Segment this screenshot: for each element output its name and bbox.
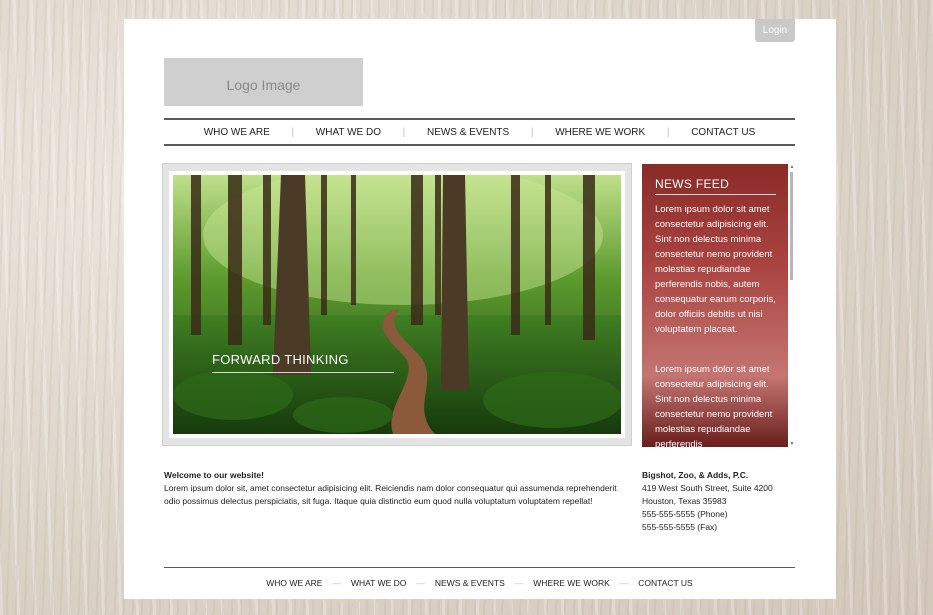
nav-item-who-we-are[interactable]: WHO WE ARE (204, 127, 270, 138)
phone-number: 555-555-5555 (Phone) (642, 509, 728, 519)
footer-item-contact-us[interactable]: CONTACT US (638, 578, 692, 588)
hero-slider: FORWARD THINKING (162, 163, 632, 446)
city-state-zip: Houston, Texas 35983 (642, 496, 727, 506)
scroll-down-arrow-icon[interactable]: ▼ (789, 441, 795, 447)
nav-item-what-we-do[interactable]: WHAT WE DO (316, 127, 381, 138)
nav-item-contact-us[interactable]: CONTACT US (691, 127, 755, 138)
street-address: 419 West South Street, Suite 4200 (642, 483, 773, 493)
hero-caption-underline (212, 372, 394, 373)
nav-separator: | (530, 126, 534, 138)
news-feed-scrollbar[interactable]: ▲ ▼ (789, 164, 795, 447)
logo-image[interactable]: Logo Image (164, 58, 363, 106)
forest-path-image (173, 175, 621, 434)
welcome-section: Welcome to our website! Lorem ipsum dolo… (164, 469, 634, 508)
footer-navigation: WHO WE ARE — WHAT WE DO — NEWS & EVENTS … (164, 567, 795, 598)
page-container: Login Logo Image WHO WE ARE | WHAT WE DO… (124, 19, 836, 599)
nav-separator: | (402, 126, 406, 138)
nav-separator: | (291, 126, 295, 138)
footer-separator: — (514, 578, 524, 588)
nav-separator: | (666, 126, 670, 138)
footer-item-what-we-do[interactable]: WHAT WE DO (351, 578, 406, 588)
news-feed-panel[interactable]: NEWS FEED Lorem ipsum dolor sit amet con… (642, 164, 788, 447)
footer-item-where-we-work[interactable]: WHERE WE WORK (533, 578, 610, 588)
footer-separator: — (416, 578, 425, 588)
footer-separator: — (332, 578, 341, 588)
welcome-title: Welcome to our website! (164, 470, 264, 480)
news-item: Lorem ipsum dolor sit amet consectetur a… (655, 364, 773, 447)
footer-item-news-events[interactable]: NEWS & EVENTS (435, 578, 505, 588)
scrollbar-thumb[interactable] (790, 172, 793, 280)
hero-frame: FORWARD THINKING (169, 171, 625, 438)
news-item: Lorem ipsum dolor sit amet consectetur a… (655, 204, 776, 335)
footer-item-who-we-are[interactable]: WHO WE ARE (266, 578, 322, 588)
company-name: Bigshot, Zoo, & Adds, P.C. (642, 470, 749, 480)
scroll-up-arrow-icon[interactable]: ▲ (789, 164, 795, 170)
fax-number: 555-555-5555 (Fax) (642, 522, 718, 532)
nav-item-where-we-work[interactable]: WHERE WE WORK (555, 127, 645, 138)
hero-caption: FORWARD THINKING (212, 352, 349, 367)
top-navigation: WHO WE ARE | WHAT WE DO | NEWS & EVENTS … (164, 118, 795, 146)
welcome-body: Lorem ipsum dolor sit, amet consectetur … (164, 483, 617, 506)
nav-item-news-events[interactable]: NEWS & EVENTS (427, 127, 509, 138)
address-block: Bigshot, Zoo, & Adds, P.C. 419 West Sout… (642, 469, 792, 534)
news-feed-title: NEWS FEED (655, 177, 776, 195)
footer-separator: — (619, 578, 629, 588)
login-button[interactable]: Login (755, 19, 795, 42)
